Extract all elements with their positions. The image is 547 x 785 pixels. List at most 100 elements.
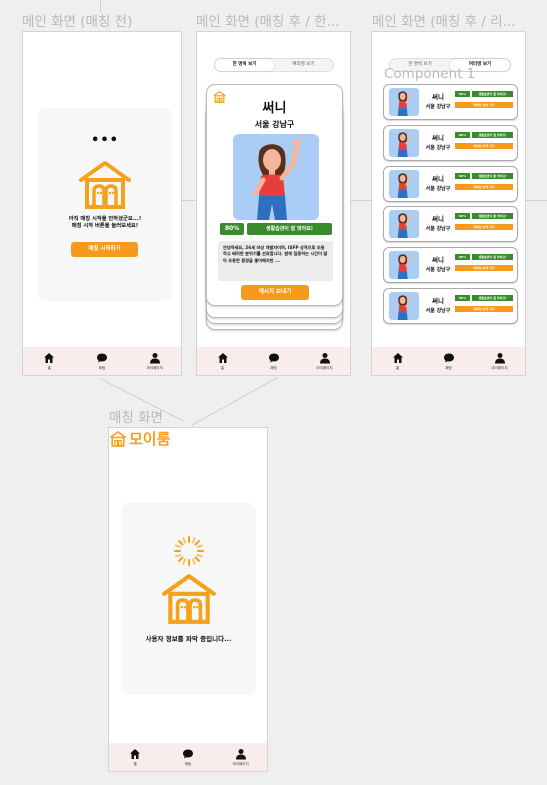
- nav-home-label: 홈: [395, 365, 400, 370]
- match-card-name: 써니: [432, 297, 444, 305]
- match-card-avatar: [389, 210, 419, 238]
- start-matching-button[interactable]: 매칭 시작하기: [71, 242, 138, 257]
- bottom-nav: 홈 채팅 마이페이지: [23, 347, 181, 375]
- empty-state-card: ••• 아직 매칭 시작을 안하셨군요...! 매칭 시작 버튼을 눌러보세요!…: [38, 108, 172, 301]
- loading-spinner-icon: [174, 536, 204, 566]
- nav-chat[interactable]: 채팅: [429, 352, 469, 371]
- nav-home[interactable]: 홈: [203, 352, 243, 371]
- nav-home[interactable]: 홈: [29, 352, 69, 371]
- profile-name: 써니: [262, 101, 287, 116]
- empty-state-line1: 아직 매칭 시작을 안하셨군요...!: [68, 216, 142, 222]
- nav-mypage-label: 마이페이지: [491, 365, 508, 370]
- match-card-avatar: [389, 251, 419, 279]
- match-card-name: 써니: [432, 215, 444, 223]
- match-card-detail-button[interactable]: 자세히 보러 가기: [455, 102, 513, 108]
- match-card-habit-badge: 생활습관이 잘 맞아요!: [472, 213, 513, 219]
- brand-name: 모이룸: [129, 430, 171, 448]
- nav-chat[interactable]: 채팅: [254, 352, 294, 371]
- match-card-location: 서울 강남구: [425, 267, 451, 273]
- nav-mypage[interactable]: 마이페이지: [135, 352, 175, 371]
- match-card-name: 써니: [432, 175, 444, 183]
- match-percent-badge: 80%: [220, 223, 244, 235]
- nav-chat-label: 채팅: [445, 365, 452, 370]
- nav-chat-label: 채팅: [270, 365, 277, 370]
- chat-bubble-icon: [443, 353, 454, 362]
- woman-waving-avatar-icon: [397, 173, 412, 198]
- match-card-percent: 80%: [455, 254, 470, 260]
- match-card-location: 서울 강남구: [425, 186, 451, 192]
- match-card-avatar: [389, 88, 419, 116]
- moiroom-logo-icon: [109, 430, 127, 447]
- frame-label-main-before: 메인 화면 (매칭 전): [22, 14, 133, 30]
- match-card-detail-button[interactable]: 자세히 보러 가기: [455, 265, 513, 271]
- match-card-location: 서울 강남구: [425, 226, 451, 232]
- nav-mypage[interactable]: 마이페이지: [221, 748, 261, 767]
- match-card[interactable]: 써니서울 강남구 80% 생활습관이 잘 맞아요! 자세히 보러 가기: [383, 166, 518, 202]
- user-icon: [494, 352, 505, 363]
- habit-match-badge: 생활습관이 잘 맞아요!: [247, 223, 332, 235]
- profile-intro: 안녕하세요, 26세 여성 개발자이며, ISFP 성격으로 조용하고 배려한 …: [218, 241, 333, 281]
- nav-home[interactable]: 홈: [378, 352, 418, 371]
- match-card-name: 써니: [432, 93, 444, 101]
- match-card-percent: 80%: [455, 173, 470, 179]
- frame-label-matching: 매칭 화면: [109, 410, 163, 426]
- match-card[interactable]: 써니 서울 강남구 80% 생활습관이 잘 맞아요! 자세히 보러 가기: [383, 84, 518, 120]
- home-icon: [217, 352, 228, 363]
- nav-mypage[interactable]: 마이페이지: [480, 352, 520, 371]
- frame-label-main-after-one: 메인 화면 (매칭 후 / 한...: [196, 14, 340, 30]
- user-icon: [319, 352, 330, 363]
- moiroom-house-logo-icon: [79, 161, 131, 209]
- nav-mypage[interactable]: 마이페이지: [305, 352, 345, 371]
- home-icon: [130, 748, 141, 759]
- match-card-detail-button[interactable]: 자세히 보러 가기: [455, 184, 513, 190]
- nav-chat-label: 채팅: [98, 365, 106, 370]
- match-card-percent: 80%: [455, 132, 470, 138]
- connector-line: [191, 377, 278, 426]
- screen-main-after-list: 한 명씩 보기 여러명 보기 홈 채팅 마이페이지: [371, 31, 526, 376]
- match-card-detail-button[interactable]: 자세히 보러 가기: [455, 306, 513, 312]
- match-card-avatar: [389, 129, 419, 157]
- user-icon: [235, 748, 246, 759]
- match-card[interactable]: 써니서울 강남구 80% 생활습관이 잘 맞아요! 자세히 보러 가기: [383, 288, 518, 324]
- match-card[interactable]: 써니서울 강남구 80% 생활습관이 잘 맞아요! 자세히 보러 가기: [383, 247, 518, 283]
- profile-card[interactable]: 써니 서울 강남구 80% 생활습관이 잘 맞아요! 안녕하세요, 26세 여성…: [206, 84, 343, 306]
- connector-line: [525, 200, 547, 201]
- nav-home[interactable]: 홈: [115, 748, 155, 767]
- match-card-habit-badge: 생활습관이 잘 맞아요!: [472, 132, 513, 138]
- chat-bubble-icon: [96, 353, 107, 362]
- nav-chat-label: 채팅: [184, 761, 192, 766]
- view-toggle: 한 명씩 보기 여러명 보기: [214, 58, 334, 72]
- woman-waving-avatar-icon: [397, 295, 412, 320]
- connector-line: [348, 200, 371, 201]
- app-brand: 모이룸: [109, 428, 170, 449]
- bottom-nav: 홈 채팅 마이페이지: [197, 347, 350, 375]
- woman-waving-avatar-icon: [397, 132, 412, 157]
- toggle-one-by-one[interactable]: 한 명씩 보기: [215, 59, 274, 71]
- loading-message: 사용자 정보를 파악 중입니다...: [145, 635, 232, 643]
- match-card-percent: 80%: [455, 295, 470, 301]
- nav-mypage-label: 마이페이지: [232, 761, 249, 766]
- match-card-percent: 80%: [455, 213, 470, 219]
- send-message-button[interactable]: 메시지 보내기: [241, 285, 309, 300]
- match-card-detail-button[interactable]: 자세히 보러 가기: [455, 224, 513, 230]
- bottom-nav: 홈 채팅 마이페이지: [109, 743, 267, 771]
- chat-bubble-icon: [182, 749, 193, 758]
- match-card[interactable]: 써니서울 강남구 80% 생활습관이 잘 맞아요! 자세히 보러 가기: [383, 206, 518, 242]
- home-icon: [392, 352, 403, 363]
- woman-waving-avatar-icon: [397, 213, 412, 238]
- nav-chat[interactable]: 채팅: [82, 352, 122, 371]
- woman-waving-avatar-icon: [397, 91, 412, 116]
- match-card-habit-badge: 생활습관이 잘 맞아요!: [472, 173, 513, 179]
- match-card-habit-badge: 생활습관이 잘 맞아요!: [472, 91, 513, 97]
- match-card-location: 서울 강남구: [425, 308, 451, 314]
- profile-location: 서울 강남구: [254, 120, 295, 129]
- match-card[interactable]: 써니 서울 강남구 80% 생활습관이 잘 맞아요! 자세히 보러 가기: [383, 125, 518, 161]
- match-card-detail-button[interactable]: 자세히 보러 가기: [455, 143, 513, 149]
- toggle-list-view[interactable]: 여러명 보기: [274, 59, 333, 71]
- home-icon: [44, 352, 55, 363]
- bottom-nav: 홈 채팅 마이페이지: [372, 347, 525, 375]
- match-card-habit-badge: 생활습관이 잘 맞아요!: [472, 254, 513, 260]
- match-card-habit-badge: 생활습관이 잘 맞아요!: [472, 295, 513, 301]
- nav-chat[interactable]: 채팅: [168, 748, 208, 767]
- match-card-name: 써니: [432, 256, 444, 264]
